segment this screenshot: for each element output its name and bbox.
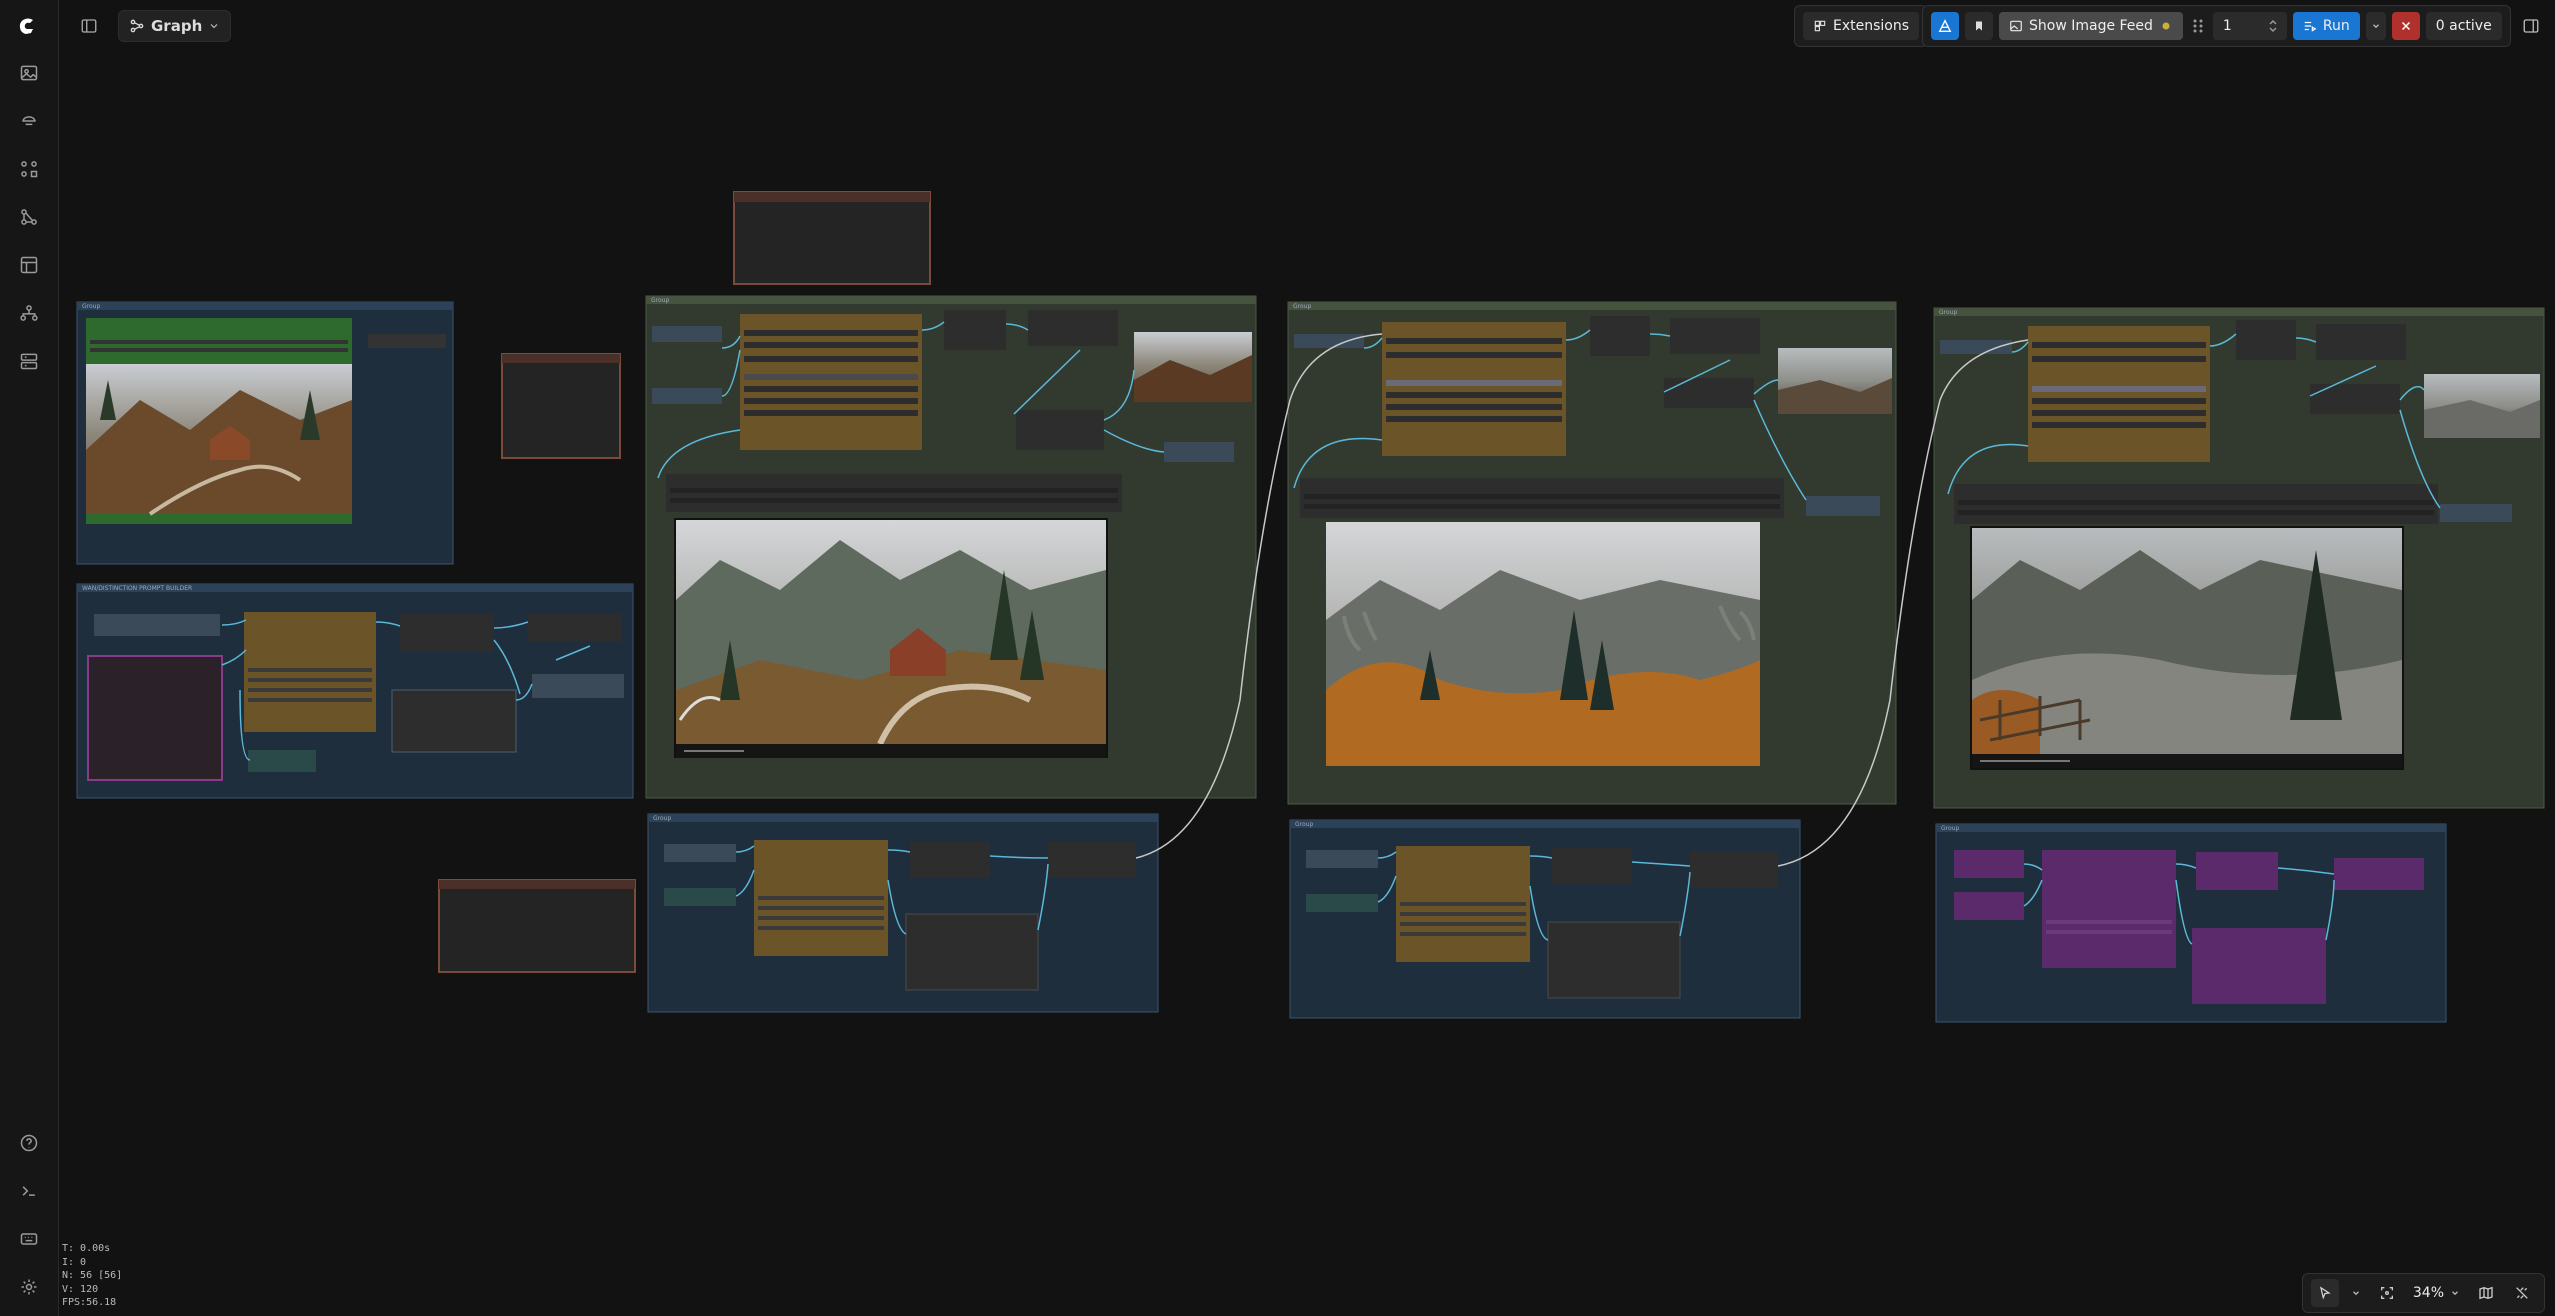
models-icon[interactable] [16, 108, 42, 134]
render-stats: T: 0.00s I: 0 N: 56 [56] V: 120 FPS:56.1… [62, 1242, 122, 1310]
run-button[interactable]: Run [2292, 12, 2360, 40]
group-title-g2: WAN/DISTINCTION PROMPT BUILDER [82, 585, 192, 592]
extensions-toolbar: Extensions [1794, 5, 1929, 47]
hide-links-button[interactable] [2508, 1279, 2536, 1307]
stat-vertices: V: 120 [62, 1283, 99, 1295]
toggle-right-panel-button[interactable] [2517, 12, 2545, 40]
queue-status-button[interactable]: 0 active [2425, 12, 2502, 40]
queue-count-value: 1 [2222, 18, 2232, 34]
run-label: Run [2322, 18, 2350, 34]
fit-view-button[interactable] [2373, 1279, 2401, 1307]
templates-icon[interactable] [16, 252, 42, 278]
drag-handle[interactable] [2189, 12, 2207, 40]
group-title-g1: Group [82, 303, 100, 310]
chevron-down-icon [210, 24, 218, 29]
terminal-icon[interactable] [16, 1178, 42, 1204]
settings-icon[interactable] [16, 1274, 42, 1300]
crystools-button[interactable] [1931, 12, 1959, 40]
graph-canvas[interactable]: Group WAN/DISTINCTION PROMPT BUILDER Group… [0, 0, 2555, 1316]
network-icon[interactable] [16, 300, 42, 326]
bookmark-icon [1976, 21, 1982, 31]
group-title-g3: Group [651, 297, 669, 304]
cancel-button[interactable] [2391, 12, 2420, 40]
image-icon [2010, 20, 2022, 32]
play-list-icon [2304, 21, 2317, 32]
show-image-feed-label: Show Image Feed [2029, 18, 2153, 34]
mode-options-button[interactable] [2347, 1279, 2365, 1307]
stat-i: I: 0 [62, 1256, 87, 1268]
link-off-icon [2516, 1287, 2528, 1299]
group-title-g7: Group [1295, 821, 1313, 828]
chevron-down-icon [2452, 1291, 2458, 1296]
nodes-icon[interactable] [16, 156, 42, 182]
stat-fps: FPS:56.18 [62, 1297, 117, 1308]
help-icon[interactable] [16, 1130, 42, 1156]
workflow-tabbar: Graph [70, 10, 232, 42]
puzzle-icon [1814, 20, 1826, 32]
panel-right-icon [2523, 19, 2539, 33]
extensions-label: Extensions [1833, 18, 1910, 34]
bookmark-button[interactable] [1965, 12, 1993, 40]
group-6[interactable] [647, 813, 1159, 1013]
extensions-button[interactable]: Extensions [1803, 12, 1920, 40]
graph-tab[interactable]: Graph [118, 10, 232, 42]
keyboard-icon[interactable] [16, 1226, 42, 1252]
group-4[interactable] [1287, 301, 1897, 805]
minimap-button[interactable] [2472, 1279, 2500, 1307]
stepper-icon[interactable] [2269, 18, 2277, 34]
run-toolbar: Show Image Feed 1 Run 0 active [1922, 5, 2545, 47]
stat-time: T: 0.00s [62, 1243, 111, 1254]
graph-icon [130, 19, 144, 33]
queue-count-input[interactable]: 1 [2212, 12, 2287, 40]
sidebar [0, 0, 59, 1316]
images-icon[interactable] [16, 60, 42, 86]
floating-node-bottom[interactable] [438, 879, 636, 973]
stat-nodes: N: 56 [56] [62, 1270, 123, 1281]
grip-icon [2193, 19, 2203, 33]
cursor-icon [2319, 1286, 2331, 1300]
group-title-g4: Group [1293, 303, 1311, 310]
group-2[interactable] [76, 583, 634, 799]
group-title-g8: Group [1941, 825, 1959, 832]
group-8[interactable] [1935, 823, 2447, 1023]
select-mode-button[interactable] [2310, 1279, 2339, 1307]
show-image-feed-button[interactable]: Show Image Feed [1999, 12, 2183, 40]
group-title-g6: Group [653, 815, 671, 822]
run-options-button[interactable] [2365, 12, 2386, 40]
panel-left-icon [81, 19, 97, 33]
workflows-icon[interactable] [16, 204, 42, 230]
floating-node-mid[interactable] [501, 353, 621, 459]
canvas-controls: 34% [2292, 1270, 2555, 1316]
floating-node-top[interactable] [733, 191, 931, 285]
toggle-sidebar-button[interactable] [70, 11, 108, 41]
chevron-down-icon [2372, 24, 2379, 29]
group-5[interactable] [1933, 307, 2545, 809]
crystal-icon [1938, 19, 1952, 32]
close-icon [2401, 21, 2410, 31]
focus-icon [2380, 1287, 2393, 1299]
layout-icon[interactable] [16, 348, 42, 374]
group-3[interactable] [645, 295, 1257, 799]
chevron-down-icon [2352, 1291, 2359, 1296]
group-title-g5: Group [1939, 309, 1957, 316]
sparkle-icon [2162, 22, 2170, 30]
zoom-level: 34% [2412, 1285, 2444, 1301]
comfy-logo-icon[interactable] [14, 14, 44, 40]
group-7[interactable] [1289, 819, 1801, 1019]
zoom-dropdown[interactable]: 34% [2409, 1279, 2464, 1307]
group-1[interactable] [76, 301, 454, 565]
map-icon [2479, 1286, 2493, 1300]
active-count-label: 0 active [2435, 18, 2492, 34]
graph-tab-label: Graph [151, 17, 203, 35]
